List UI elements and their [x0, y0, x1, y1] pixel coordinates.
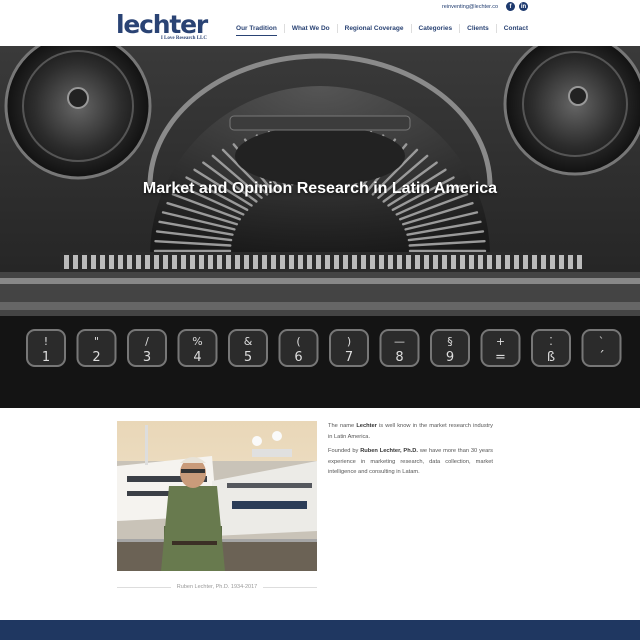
svg-text:1: 1 — [42, 350, 50, 365]
typewriter-key: += — [480, 329, 521, 367]
about-paragraph-1: The name Lechter is well know in the mar… — [328, 423, 493, 440]
site-header: reinventing@lechter.co f in lechter I Lo… — [0, 0, 640, 46]
svg-text:9: 9 — [446, 350, 454, 365]
facebook-icon[interactable]: f — [506, 2, 515, 11]
typewriter-key: )7 — [329, 329, 369, 367]
nav-categories[interactable]: Categories — [412, 25, 460, 33]
photo-caption: Ruben Lechter, Ph.D. 1934-2017 — [117, 584, 318, 590]
nav-regional-coverage[interactable]: Regional Coverage — [338, 25, 411, 33]
svg-text:6: 6 — [294, 350, 302, 365]
svg-text:+: + — [496, 335, 505, 348]
typewriter-key: !1 — [26, 329, 66, 367]
svg-text:§: § — [447, 335, 453, 348]
typewriter-key: (6 — [278, 329, 319, 367]
logo-wordmark: lechter — [116, 10, 208, 39]
svg-text:!: ! — [44, 335, 48, 348]
typewriter-image: !1"2/3%4&5(6)7—8§9+=⁚ß`´ — [0, 46, 640, 408]
typewriter-key: %4 — [177, 329, 218, 367]
linkedin-icon[interactable]: in — [519, 2, 528, 11]
svg-text:=: = — [495, 350, 506, 365]
svg-text:4: 4 — [193, 350, 201, 365]
svg-text:2: 2 — [92, 350, 100, 365]
caption-text: Ruben Lechter, Ph.D. 1934-2017 — [176, 584, 258, 590]
caption-rule-left — [117, 586, 171, 588]
svg-text:7: 7 — [345, 350, 353, 365]
svg-text:8: 8 — [395, 350, 403, 365]
svg-text:´: ´ — [598, 350, 605, 365]
typewriter-key: §9 — [430, 329, 470, 367]
svg-text:3: 3 — [143, 350, 151, 365]
nav-our-tradition[interactable]: Our Tradition — [229, 25, 284, 36]
typewriter-key: `´ — [581, 329, 622, 367]
contact-email-link[interactable]: reinventing@lechter.co — [442, 4, 498, 10]
svg-text:(: ( — [296, 335, 300, 348]
svg-text:`: ` — [599, 335, 605, 348]
main-nav: Our Tradition What We Do Regional Covera… — [229, 24, 528, 36]
founder-photo — [117, 421, 317, 571]
typewriter-key: ⁚ß — [531, 329, 571, 367]
typewriter-key: —8 — [379, 329, 420, 367]
svg-text:): ) — [347, 335, 351, 348]
hero-banner: ! 1 " 2/3% 4 & 5(6) 7—8 § 9 + = ⁚ ß ` ´ Market and Opin… — [0, 46, 640, 408]
svg-text:ß: ß — [547, 350, 555, 365]
nav-contact[interactable]: Contact — [497, 25, 528, 33]
nav-what-we-do[interactable]: What We Do — [285, 25, 337, 33]
svg-text:⁚: ⁚ — [549, 335, 553, 348]
svg-text:&: & — [244, 335, 253, 348]
svg-text:": " — [94, 335, 99, 348]
about-paragraph-2: Founded by Ruben Lechter, Ph.D. we have … — [328, 448, 493, 475]
svg-text:/: / — [145, 335, 149, 348]
svg-text:%: % — [192, 335, 202, 348]
caption-rule-right — [263, 586, 318, 588]
about-text: The name Lechter is well know in the mar… — [328, 421, 493, 482]
svg-text:5: 5 — [244, 350, 252, 365]
site-logo[interactable]: lechter I Love Research LLC — [116, 10, 208, 41]
footer-band — [0, 620, 640, 640]
svg-text:—: — — [394, 335, 405, 348]
typewriter-key: &5 — [228, 329, 268, 367]
nav-clients[interactable]: Clients — [460, 25, 496, 33]
top-bar: reinventing@lechter.co f in — [442, 2, 528, 11]
typewriter-key: "2 — [76, 329, 117, 367]
hero-title: Market and Opinion Research in Latin Ame… — [142, 180, 498, 197]
typewriter-key: /3 — [127, 329, 167, 367]
